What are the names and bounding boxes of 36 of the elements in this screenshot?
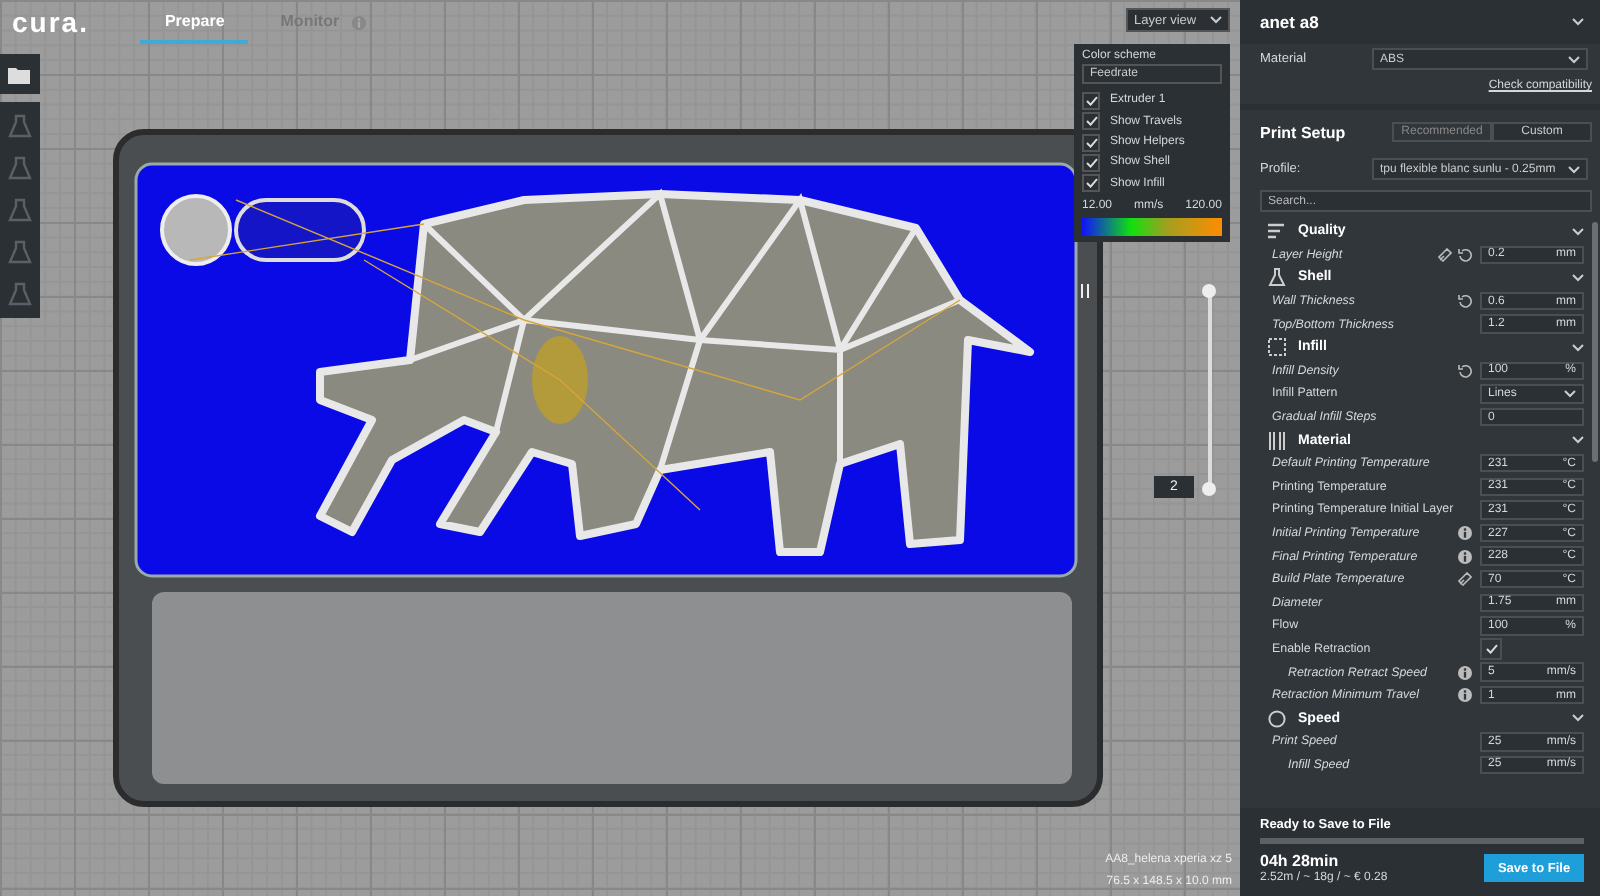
print-time: 04h 28min bbox=[1260, 852, 1341, 870]
print-setup-title: Print Setup bbox=[1260, 123, 1346, 141]
category-icon bbox=[1268, 709, 1286, 728]
chevron-icon bbox=[1568, 165, 1580, 173]
reset-icon[interactable] bbox=[1458, 363, 1472, 378]
scrollbar[interactable] bbox=[1592, 222, 1598, 462]
chevron-icon bbox=[1210, 16, 1222, 24]
category-icon bbox=[1268, 431, 1286, 450]
folder-icon bbox=[6, 63, 34, 85]
cura-logo: cura. bbox=[12, 6, 89, 38]
double-bar-icon bbox=[1080, 284, 1090, 298]
chevron-icon[interactable] bbox=[1572, 225, 1584, 238]
open-file-button[interactable] bbox=[0, 54, 40, 94]
slider-handle[interactable] bbox=[1202, 482, 1216, 496]
checkbox[interactable] bbox=[1082, 133, 1100, 152]
chevron-icon bbox=[1564, 389, 1576, 398]
setting-checkbox[interactable] bbox=[1480, 637, 1502, 660]
reset-icon[interactable] bbox=[1458, 247, 1472, 262]
checkbox[interactable] bbox=[1082, 174, 1100, 193]
chevron-icon[interactable] bbox=[1572, 434, 1584, 447]
feedrate-gradient bbox=[1082, 217, 1222, 236]
category-icon bbox=[1268, 268, 1286, 287]
chevron-icon[interactable] bbox=[1572, 341, 1584, 354]
chevron-icon[interactable] bbox=[1572, 271, 1584, 284]
chevron-icon[interactable] bbox=[1572, 712, 1584, 725]
checkbox[interactable] bbox=[1082, 91, 1100, 110]
reset-icon[interactable] bbox=[1458, 294, 1472, 309]
category-icon bbox=[1268, 338, 1286, 357]
checkbox[interactable] bbox=[1082, 112, 1100, 131]
category-icon bbox=[1268, 222, 1286, 241]
chevron-icon[interactable] bbox=[1572, 18, 1584, 26]
checkbox[interactable] bbox=[1082, 153, 1100, 172]
chevron-icon bbox=[1568, 55, 1580, 63]
slider-handle[interactable] bbox=[1202, 284, 1216, 298]
printer-name[interactable]: anet a8 bbox=[1260, 12, 1319, 32]
check-icon bbox=[1485, 643, 1497, 654]
